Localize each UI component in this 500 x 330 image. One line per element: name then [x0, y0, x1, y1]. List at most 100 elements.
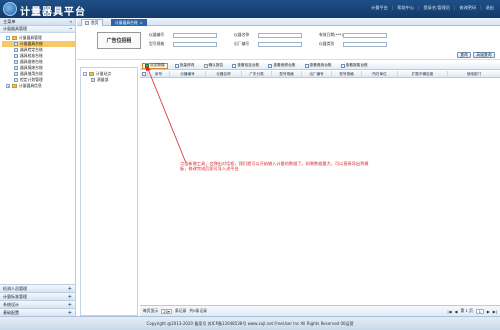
sidebar: 主菜单 « 计量器具管理 – - 计量器具管理 计量器具台账 器具检定台账 器具… — [0, 18, 76, 316]
col-header[interactable]: 序号 — [148, 70, 170, 78]
tree-node-label: 测量部 — [97, 77, 109, 82]
sidebar-group-standard[interactable]: 计量标准管理 + — [0, 292, 75, 300]
top-nav-change-password[interactable]: 修改密码 — [459, 5, 476, 11]
nav-separator: | — [391, 5, 394, 10]
view-icon — [304, 63, 309, 68]
folder-icon — [12, 84, 17, 88]
copyright-text: Copyright @2013-2020 备案号 苏ICP备13048538号 … — [146, 320, 354, 326]
batch-edit-button[interactable]: 批量修改 — [173, 63, 197, 69]
sidebar-group-config[interactable]: 基础配置 + — [0, 308, 75, 316]
next-page-icon[interactable]: ▶ — [487, 309, 490, 314]
model-input[interactable] — [173, 41, 217, 47]
app-title: 计量器具平台 — [20, 7, 86, 18]
col-header[interactable]: 使用部门 — [448, 71, 500, 78]
col-header[interactable]: 型号规格 — [272, 70, 302, 78]
grid-body — [140, 78, 500, 305]
toolbar-label: 查看维修台账 — [273, 63, 296, 67]
home-icon — [85, 21, 89, 25]
view-repair-button[interactable]: 查看维修台账 — [266, 63, 297, 69]
top-nav-logout[interactable]: 退出 — [486, 5, 494, 11]
view-scrap-button[interactable]: 查看报废台账 — [339, 63, 370, 69]
site-tree-child[interactable]: 测量部 — [83, 77, 135, 83]
field-label: 有效日期(***) — [319, 32, 343, 37]
toolbar-label: 查看报废台账 — [345, 63, 368, 67]
col-header[interactable]: 广东分类 — [242, 70, 272, 78]
field-category: 仪器类别 — [319, 41, 387, 47]
confirm-report-button[interactable]: 确认报告 — [202, 63, 226, 69]
file-icon — [14, 60, 18, 64]
pager: 每页显示 20 ▾ 条记录 共0条记录 |◀ ◀ 第 1 页 1 ▶ ▶| — [140, 305, 500, 316]
instrument-no-input[interactable] — [173, 32, 217, 38]
nav-separator: | — [454, 5, 456, 10]
expand-icon[interactable]: + — [68, 294, 72, 300]
prev-page-icon[interactable]: ◀ — [455, 309, 458, 314]
nav-separator: | — [480, 5, 482, 10]
nav-separator: | — [418, 5, 420, 10]
checkbox-icon[interactable] — [141, 72, 146, 76]
sidebar-header: 主菜单 « — [0, 18, 75, 26]
file-icon — [14, 54, 18, 58]
grid-toolbar: 点击新增 批量修改 确认报告 查看检定台账 查看维修台账 查看借用台账 查看报废… — [140, 62, 500, 70]
instrument-name-input[interactable] — [258, 32, 302, 38]
sidebar-collapse-icon[interactable]: « — [69, 19, 72, 24]
sidebar-menu-label: 主菜单 — [3, 18, 16, 24]
field-label: 仪器类别 — [319, 41, 335, 46]
first-page-icon[interactable]: |◀ — [447, 309, 451, 314]
sidebar-group-label: 基础配置 — [3, 309, 19, 315]
site-tree-panel: - 计量站点 测量部 — [80, 67, 138, 316]
file-icon — [14, 78, 18, 82]
top-nav-help[interactable]: 帮助中心 — [397, 5, 414, 11]
toolbar-label: 点击新增 — [150, 63, 165, 67]
tab-instrument-ledger[interactable]: 计量器具台账 × — [111, 19, 147, 26]
last-page-icon[interactable]: ▶| — [493, 309, 497, 314]
valid-date-input[interactable] — [343, 32, 387, 38]
edit-icon — [174, 63, 179, 68]
top-nav-platform[interactable]: 计量平台 — [371, 5, 388, 11]
field-label: 型号规格 — [149, 41, 165, 46]
col-header[interactable]: 出厂编号 — [302, 70, 332, 78]
sidebar-group-staff[interactable]: 检测人员管理 + — [0, 284, 75, 292]
sidebar-group-label: 计量器具管理 — [3, 26, 27, 31]
col-header[interactable]: 所在单位 — [362, 70, 398, 78]
expand-icon[interactable]: + — [68, 286, 72, 292]
advanced-search-button[interactable]: 高级查询 — [473, 52, 495, 58]
file-icon — [14, 72, 18, 76]
view-icon — [340, 63, 345, 68]
top-nav-user[interactable]: 登录名:管理员 — [423, 5, 450, 11]
file-icon — [14, 48, 18, 52]
expand-icon[interactable]: + — [68, 302, 72, 308]
pager-label: 条记录 — [174, 308, 187, 313]
tab-home[interactable]: 首页 — [81, 19, 103, 26]
sidebar-group-label: 计量标准管理 — [3, 293, 27, 299]
search-button[interactable]: 查询 — [457, 52, 471, 58]
category-input[interactable] — [343, 41, 387, 47]
collapse-icon[interactable]: – — [70, 26, 73, 32]
sidebar-group-system[interactable]: 系统设计 + — [0, 300, 75, 308]
tab-bar: 首页 计量器具台账 × — [77, 18, 500, 26]
factory-no-input[interactable] — [258, 41, 302, 47]
sidebar-group-title[interactable]: 计量器具管理 – — [0, 26, 75, 33]
tree-node-label: 计量器具信息 — [19, 83, 42, 88]
tree-toggle-icon[interactable]: + — [6, 84, 10, 88]
toolbar-label: 查看借用台账 — [309, 63, 332, 67]
col-header[interactable]: 型号规格 — [332, 70, 362, 78]
select-all-checkbox[interactable] — [140, 70, 148, 78]
add-icon — [145, 63, 149, 68]
page-input[interactable]: 1 — [475, 308, 484, 314]
col-header[interactable]: 扩展不确定度 — [398, 70, 448, 78]
page-size-select[interactable]: 20 ▾ — [161, 308, 172, 314]
expand-icon[interactable]: + — [68, 310, 72, 316]
view-verification-button[interactable]: 查看检定台账 — [230, 63, 261, 69]
view-borrow-button[interactable]: 查看借用台账 — [303, 63, 334, 69]
filter-form: 广告位招租 仪器编号 仪器名称 有效日期(***) 型号规格 出厂编号 仪器类别… — [77, 27, 500, 60]
col-header[interactable]: 仪器名称 — [206, 70, 242, 78]
close-icon[interactable]: × — [140, 21, 143, 25]
col-header[interactable]: 仪器编号 — [170, 70, 206, 78]
pager-label: 每页显示 — [143, 308, 159, 313]
tree-toggle-icon[interactable]: - — [6, 36, 10, 40]
tree-node-root[interactable]: + 计量器具信息 — [2, 83, 75, 89]
add-button[interactable]: 点击新增 — [142, 62, 168, 69]
tree-toggle-icon[interactable]: - — [83, 72, 87, 76]
field-factory-no: 出厂编号 — [234, 41, 302, 47]
tab-label: 首页 — [91, 20, 99, 25]
